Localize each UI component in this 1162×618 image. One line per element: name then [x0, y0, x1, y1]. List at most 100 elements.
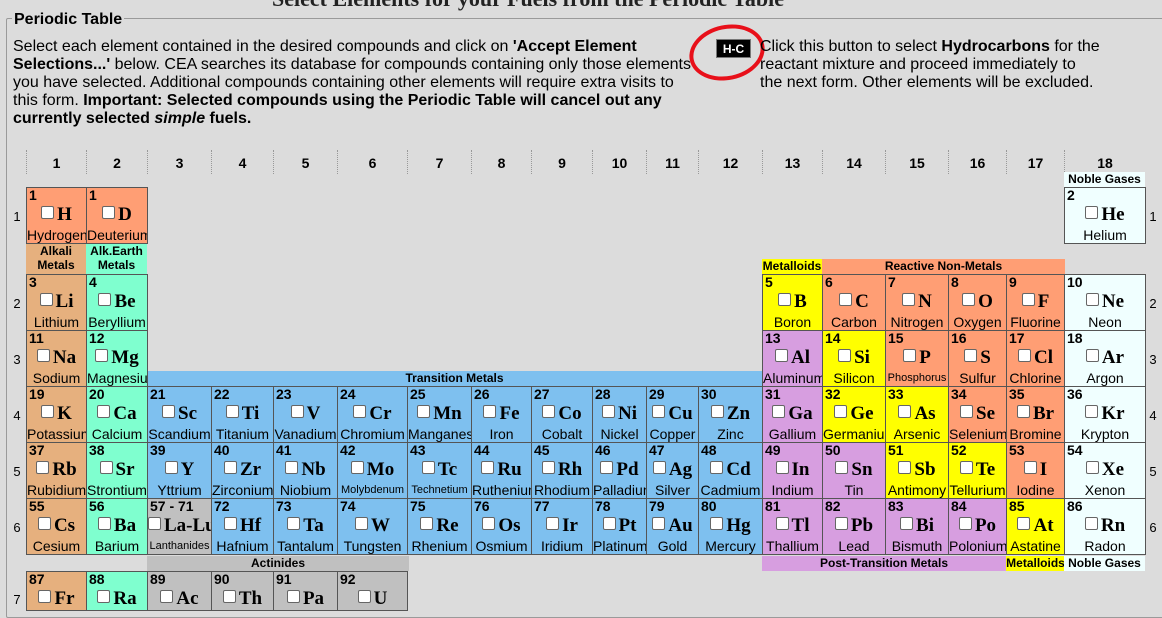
element-checkbox[interactable] — [290, 405, 304, 418]
element-checkbox[interactable] — [162, 405, 175, 418]
element-cell-au[interactable]: 79 Au Gold — [646, 498, 699, 555]
element-cell-cr[interactable]: 24 Cr Chromium — [337, 386, 408, 443]
element-cell-fe[interactable]: 26 Fe Iron — [471, 386, 532, 443]
element-cell-mg[interactable]: 12 Mg Magnesium — [86, 330, 148, 387]
element-checkbox[interactable] — [355, 517, 368, 530]
element-cell-li[interactable]: 3 Li Lithium — [26, 274, 87, 331]
element-cell-ac[interactable]: 89 Ac — [147, 571, 212, 611]
element-cell-cu[interactable]: 29 Cu Copper — [646, 386, 699, 443]
element-checkbox[interactable] — [222, 590, 236, 603]
element-checkbox[interactable] — [602, 405, 615, 418]
element-cell-ni[interactable]: 28 Ni Nickel — [592, 386, 647, 443]
element-cell-ge[interactable]: 32 Ge Germanium — [822, 386, 886, 443]
element-checkbox[interactable] — [483, 405, 497, 418]
element-checkbox[interactable] — [350, 461, 364, 474]
element-cell-d[interactable]: 1 D Deuterium — [86, 187, 148, 244]
element-checkbox[interactable] — [835, 461, 849, 474]
element-checkbox[interactable] — [164, 461, 178, 474]
element-cell-pt[interactable]: 78 Pt Platinum — [592, 498, 647, 555]
element-cell-sb[interactable]: 51 Sb Antimony — [885, 442, 949, 499]
element-cell-rn[interactable]: 86 Rn Radon — [1064, 498, 1146, 555]
element-cell-ir[interactable]: 77 Ir Iridium — [531, 498, 593, 555]
element-cell-sc[interactable]: 21 Sc Scandium — [147, 386, 212, 443]
element-cell-ra[interactable]: 88 Ra — [86, 571, 148, 611]
element-cell-in[interactable]: 49 In Indium — [762, 442, 823, 499]
element-checkbox[interactable] — [775, 517, 789, 530]
element-checkbox[interactable] — [898, 405, 912, 418]
element-checkbox[interactable] — [148, 517, 161, 530]
element-checkbox[interactable] — [353, 405, 367, 418]
element-cell-pd[interactable]: 46 Pd Palladium — [592, 442, 647, 499]
element-checkbox[interactable] — [1018, 349, 1031, 362]
element-checkbox[interactable] — [36, 349, 50, 362]
element-checkbox[interactable] — [99, 461, 113, 474]
element-cell-bi[interactable]: 83 Bi Bismuth — [885, 498, 949, 555]
element-checkbox[interactable] — [902, 293, 916, 306]
element-checkbox[interactable] — [1084, 517, 1098, 530]
element-checkbox[interactable] — [834, 405, 848, 418]
element-checkbox[interactable] — [286, 590, 300, 603]
element-cell-se[interactable]: 34 Se Selenium — [948, 386, 1007, 443]
element-checkbox[interactable] — [95, 349, 109, 362]
element-cell-al[interactable]: 13 Al Aluminum — [762, 330, 823, 387]
element-checkbox[interactable] — [772, 405, 786, 418]
element-cell-mo[interactable]: 42 Mo Molybdenum — [337, 442, 408, 499]
element-cell-rb[interactable]: 37 Rb Rubidium — [26, 442, 87, 499]
element-cell-mn[interactable]: 25 Mn Manganese — [407, 386, 472, 443]
element-checkbox[interactable] — [542, 405, 556, 418]
element-cell-kr[interactable]: 36 Kr Krypton — [1064, 386, 1146, 443]
element-checkbox[interactable] — [41, 405, 55, 418]
element-cell-w[interactable]: 74 W Tungsten — [337, 498, 408, 555]
element-cell-po[interactable]: 84 Po Polonium — [948, 498, 1007, 555]
element-checkbox[interactable] — [41, 206, 55, 219]
element-cell-cs[interactable]: 55 Cs Cesium — [26, 498, 87, 555]
element-checkbox[interactable] — [959, 461, 973, 474]
element-checkbox[interactable] — [778, 293, 792, 306]
element-cell-cl[interactable]: 17 Cl Chlorine — [1006, 330, 1065, 387]
element-cell-hf[interactable]: 72 Hf Hafnium — [211, 498, 274, 555]
element-cell-o[interactable]: 8 O Oxygen — [948, 274, 1007, 331]
element-checkbox[interactable] — [36, 461, 50, 474]
element-checkbox[interactable] — [839, 293, 853, 306]
element-cell-fr[interactable]: 87 Fr — [26, 571, 87, 611]
element-cell-tl[interactable]: 81 Tl Thallium — [762, 498, 823, 555]
element-cell-th[interactable]: 90 Th — [211, 571, 274, 611]
element-cell-p[interactable]: 15 P Phosphorus — [885, 330, 949, 387]
element-cell-h[interactable]: 1 H Hydrogen — [26, 187, 87, 244]
element-checkbox[interactable] — [1085, 349, 1099, 362]
element-cell-c[interactable]: 6 C Carbon — [822, 274, 886, 331]
element-cell-os[interactable]: 76 Os Osmium — [471, 498, 532, 555]
element-checkbox[interactable] — [357, 590, 371, 603]
element-cell-rh[interactable]: 45 Rh Rhodium — [531, 442, 593, 499]
element-cell-ga[interactable]: 31 Ga Gallium — [762, 386, 823, 443]
element-checkbox[interactable] — [223, 517, 237, 530]
element-checkbox[interactable] — [903, 349, 917, 362]
element-checkbox[interactable] — [97, 405, 111, 418]
element-cell-xe[interactable]: 54 Xe Xenon — [1064, 442, 1146, 499]
element-checkbox[interactable] — [287, 517, 301, 530]
element-checkbox[interactable] — [600, 461, 614, 474]
element-cell-ti[interactable]: 22 Ti Titanium — [211, 386, 274, 443]
element-cell-zr[interactable]: 40 Zr Zirconium — [211, 442, 274, 499]
element-cell-y[interactable]: 39 Y Yttrium — [147, 442, 212, 499]
element-checkbox[interactable] — [1085, 293, 1099, 306]
element-cell-hg[interactable]: 80 Hg Mercury — [698, 498, 763, 555]
element-cell-v[interactable]: 23 V Vanadium — [273, 386, 338, 443]
element-cell-cd[interactable]: 48 Cd Cadmium — [698, 442, 763, 499]
element-checkbox[interactable] — [102, 206, 116, 219]
element-cell-ag[interactable]: 47 Ag Silver — [646, 442, 699, 499]
element-cell-co[interactable]: 27 Co Cobalt — [531, 386, 593, 443]
element-checkbox[interactable] — [421, 461, 435, 474]
element-cell-ba[interactable]: 56 Ba Barium — [86, 498, 148, 555]
element-checkbox[interactable] — [652, 461, 666, 474]
element-cell-tc[interactable]: 43 Tc Technetium — [407, 442, 472, 499]
element-checkbox[interactable] — [1016, 405, 1030, 418]
element-cell-si[interactable]: 14 Si Silicon — [822, 330, 886, 387]
element-cell-k[interactable]: 19 K Potassium — [26, 386, 87, 443]
element-checkbox[interactable] — [417, 405, 431, 418]
element-cell-be[interactable]: 4 Be Beryllium — [86, 274, 148, 331]
element-cell-sn[interactable]: 50 Sn Tin — [822, 442, 886, 499]
element-checkbox[interactable] — [37, 517, 51, 530]
element-cell-pb[interactable]: 82 Pb Lead — [822, 498, 886, 555]
element-checkbox[interactable] — [838, 349, 852, 362]
